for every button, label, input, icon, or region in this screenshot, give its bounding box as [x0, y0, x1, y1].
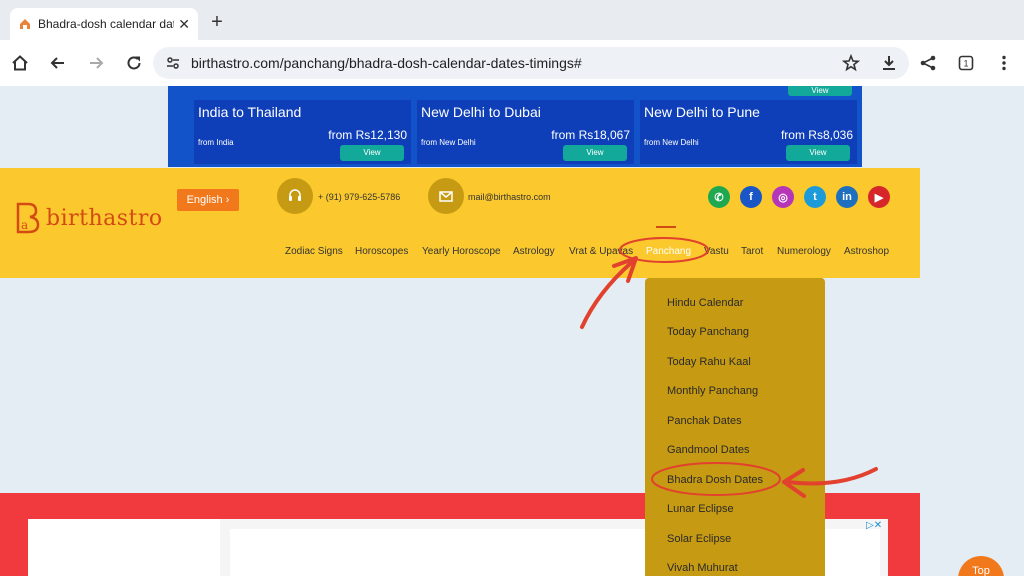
- ad-origin: from New Delhi: [421, 138, 476, 147]
- new-tab-icon[interactable]: +: [206, 11, 228, 33]
- bookmark-star-icon[interactable]: [839, 51, 863, 75]
- language-select[interactable]: English ›: [177, 189, 239, 211]
- nav-vrat-upavas[interactable]: Vrat & Upavas: [569, 246, 633, 257]
- menu-item-monthly-panchang[interactable]: Monthly Panchang: [667, 385, 758, 397]
- facebook-icon[interactable]: f: [740, 186, 762, 208]
- nav-vastu[interactable]: Vastu: [704, 246, 729, 257]
- nav-tarot[interactable]: Tarot: [741, 246, 763, 257]
- youtube-icon[interactable]: ▶: [868, 186, 890, 208]
- forward-icon[interactable]: [84, 51, 108, 75]
- logo-text: birthastro: [46, 205, 163, 231]
- adchoices-icon[interactable]: ▷✕: [866, 520, 882, 531]
- ad-destination: New Delhi to Pune: [644, 104, 760, 120]
- menu-item-hindu-calendar[interactable]: Hindu Calendar: [667, 297, 743, 309]
- nav-zodiac-signs[interactable]: Zodiac Signs: [285, 246, 343, 257]
- phone-icon: [277, 178, 313, 214]
- ad-left-panel: [28, 519, 228, 576]
- phone-number[interactable]: + (91) 979-625-5786: [318, 192, 400, 202]
- address-bar[interactable]: birthastro.com/panchang/bhadra-dosh-cale…: [153, 47, 909, 79]
- download-icon[interactable]: [877, 51, 901, 75]
- more-menu-icon[interactable]: [992, 51, 1016, 75]
- ad-origin: from New Delhi: [644, 138, 699, 147]
- tab-count-icon[interactable]: 1: [954, 51, 978, 75]
- instagram-icon[interactable]: ◎: [772, 186, 794, 208]
- nav-astrology[interactable]: Astrology: [513, 246, 555, 257]
- ad-destination: New Delhi to Dubai: [421, 104, 541, 120]
- menu-item-bhadra-dosh-dates[interactable]: Bhadra Dosh Dates: [667, 474, 763, 486]
- flight-ad-strip: View India to Thailand from Rs12,130 fro…: [168, 86, 862, 167]
- home-icon[interactable]: [8, 51, 32, 75]
- tab-title: Bhadra-dosh calendar date: [38, 17, 175, 31]
- nav-horoscopes[interactable]: Horoscopes: [355, 246, 408, 257]
- ad-origin: from India: [198, 138, 234, 147]
- whatsapp-icon[interactable]: ✆: [708, 186, 730, 208]
- nav-astroshop[interactable]: Astroshop: [844, 246, 889, 257]
- share-icon[interactable]: [916, 51, 940, 75]
- site-favicon-icon: [20, 19, 30, 29]
- close-tab-icon[interactable]: ✕: [178, 16, 190, 33]
- svg-text:a: a: [21, 218, 28, 232]
- language-label: English: [186, 194, 223, 206]
- menu-item-lunar-eclipse[interactable]: Lunar Eclipse: [667, 503, 734, 515]
- site-header: a birthastro English › + (91) 979-625-57…: [0, 168, 920, 278]
- browser-tab[interactable]: Bhadra-dosh calendar date ✕: [10, 8, 198, 40]
- ad-price: from Rs18,067: [551, 128, 630, 142]
- logo-mark-icon: a: [16, 202, 40, 234]
- ad-destination: India to Thailand: [198, 104, 302, 120]
- ad-view-button[interactable]: View: [786, 145, 850, 161]
- ad-price: from Rs8,036: [780, 128, 853, 142]
- ad-top-view-button[interactable]: View: [788, 86, 852, 96]
- svg-text:1: 1: [963, 59, 968, 69]
- ad-card[interactable]: New Delhi to Dubai from Rs18,067 from Ne…: [417, 100, 634, 164]
- scroll-top-button[interactable]: Top: [958, 556, 1004, 576]
- active-nav-indicator: [656, 226, 676, 228]
- menu-item-today-panchang[interactable]: Today Panchang: [667, 326, 749, 338]
- menu-item-vivah-muhurat[interactable]: Vivah Muhurat: [667, 562, 738, 574]
- site-logo[interactable]: a birthastro: [14, 200, 163, 236]
- panchang-dropdown-menu: Hindu Calendar Today Panchang Today Rahu…: [645, 278, 825, 576]
- ad-price: from Rs12,130: [328, 128, 407, 142]
- nav-numerology[interactable]: Numerology: [777, 246, 831, 257]
- ad-card[interactable]: India to Thailand from Rs12,130 from Ind…: [194, 100, 411, 164]
- nav-yearly-horoscope[interactable]: Yearly Horoscope: [422, 246, 501, 257]
- menu-item-gandmool-dates[interactable]: Gandmool Dates: [667, 444, 750, 456]
- url-text: birthastro.com/panchang/bhadra-dosh-cale…: [191, 55, 582, 71]
- browser-toolbar: birthastro.com/panchang/bhadra-dosh-cale…: [0, 40, 1024, 86]
- nav-panchang[interactable]: Panchang: [646, 246, 691, 257]
- linkedin-icon[interactable]: in: [836, 186, 858, 208]
- ad-card[interactable]: New Delhi to Pune from Rs8,036 from New …: [640, 100, 857, 164]
- ad-view-button[interactable]: View: [340, 145, 404, 161]
- ad-view-button[interactable]: View: [563, 145, 627, 161]
- menu-item-today-rahu-kaal[interactable]: Today Rahu Kaal: [667, 356, 751, 368]
- reload-icon[interactable]: [122, 51, 146, 75]
- email-address[interactable]: mail@birthastro.com: [468, 192, 551, 202]
- twitter-icon[interactable]: t: [804, 186, 826, 208]
- site-settings-icon[interactable]: [165, 55, 181, 71]
- web-page: View India to Thailand from Rs12,130 fro…: [0, 86, 1024, 576]
- back-icon[interactable]: [46, 51, 70, 75]
- menu-item-solar-eclipse[interactable]: Solar Eclipse: [667, 533, 731, 545]
- menu-item-panchak-dates[interactable]: Panchak Dates: [667, 415, 742, 427]
- mail-icon: [428, 178, 464, 214]
- browser-tabbar: Bhadra-dosh calendar date ✕ +: [0, 0, 1024, 40]
